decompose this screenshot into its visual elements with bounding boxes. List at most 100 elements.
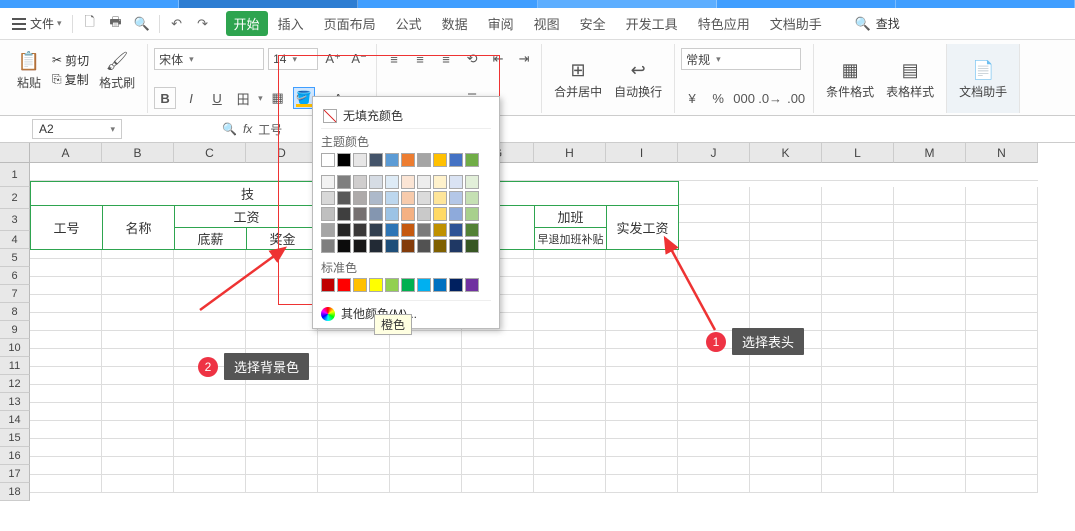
color-swatch[interactable] — [401, 191, 415, 205]
tab-view[interactable]: 视图 — [524, 8, 570, 39]
row-header[interactable]: 9 — [0, 321, 30, 339]
color-swatch[interactable] — [465, 153, 479, 167]
tab-data[interactable]: 数据 — [432, 8, 478, 39]
color-swatch[interactable] — [417, 239, 431, 253]
percent-icon[interactable]: % — [707, 87, 729, 109]
color-swatch[interactable] — [337, 207, 351, 221]
col-header[interactable]: C — [174, 143, 246, 163]
cond-format-button[interactable]: ▦条件格式 — [820, 55, 880, 102]
color-swatch[interactable] — [337, 278, 351, 292]
tab-formula[interactable]: 公式 — [386, 8, 432, 39]
table-cell[interactable]: 加班 — [535, 206, 607, 228]
color-swatch[interactable] — [465, 207, 479, 221]
color-swatch[interactable] — [353, 191, 367, 205]
row-header[interactable]: 18 — [0, 483, 30, 501]
color-swatch[interactable] — [369, 278, 383, 292]
undo-icon[interactable]: ↶ — [169, 16, 185, 32]
color-swatch[interactable] — [337, 153, 351, 167]
inc-decimal-icon[interactable]: .0→ — [759, 87, 781, 109]
color-swatch[interactable] — [353, 175, 367, 189]
tab-dev[interactable]: 开发工具 — [616, 8, 688, 39]
color-swatch[interactable] — [337, 223, 351, 237]
col-header[interactable]: J — [678, 143, 750, 163]
preview-icon[interactable]: 🔍 — [134, 16, 150, 32]
row-header[interactable]: 1 — [0, 163, 30, 187]
row-header[interactable]: 11 — [0, 357, 30, 375]
wrap-button[interactable]: ↩自动换行 — [608, 55, 668, 102]
table-cell[interactable]: 早退加班补贴 — [535, 228, 607, 250]
align-bot-icon[interactable]: ≡ — [435, 48, 457, 70]
col-header[interactable]: M — [894, 143, 966, 163]
align-mid-icon[interactable]: ≡ — [409, 48, 431, 70]
color-swatch[interactable] — [417, 223, 431, 237]
color-swatch[interactable] — [465, 223, 479, 237]
color-swatch[interactable] — [449, 207, 463, 221]
color-swatch[interactable] — [417, 153, 431, 167]
color-swatch[interactable] — [449, 239, 463, 253]
color-swatch[interactable] — [433, 239, 447, 253]
color-swatch[interactable] — [449, 223, 463, 237]
color-swatch[interactable] — [321, 207, 335, 221]
tab-review[interactable]: 审阅 — [478, 8, 524, 39]
tab-home[interactable]: 开始 — [226, 11, 268, 36]
bold-button[interactable]: B — [154, 87, 176, 109]
decrease-font-icon[interactable]: A⁻ — [348, 48, 370, 70]
row-header[interactable]: 7 — [0, 285, 30, 303]
color-swatch[interactable] — [353, 278, 367, 292]
color-swatch[interactable] — [385, 207, 399, 221]
col-header[interactable]: D — [246, 143, 318, 163]
color-swatch[interactable] — [401, 153, 415, 167]
comma-icon[interactable]: 000 — [733, 87, 755, 109]
font-size-select[interactable]: 14▾ — [268, 48, 318, 70]
color-swatch[interactable] — [321, 191, 335, 205]
formula-input[interactable]: 工号 — [258, 121, 282, 138]
doc-helper-button[interactable]: 📄文档助手 — [953, 55, 1013, 102]
row-header[interactable]: 6 — [0, 267, 30, 285]
color-swatch[interactable] — [353, 239, 367, 253]
row-header[interactable]: 15 — [0, 429, 30, 447]
color-swatch[interactable] — [369, 175, 383, 189]
row-header[interactable]: 12 — [0, 375, 30, 393]
color-swatch[interactable] — [465, 239, 479, 253]
color-swatch[interactable] — [321, 239, 335, 253]
col-header[interactable]: A — [30, 143, 102, 163]
color-swatch[interactable] — [433, 175, 447, 189]
underline-button[interactable]: U — [206, 87, 228, 109]
table-cell[interactable]: 工号 — [31, 206, 103, 250]
col-header[interactable]: H — [534, 143, 606, 163]
color-swatch[interactable] — [321, 153, 335, 167]
color-swatch[interactable] — [385, 239, 399, 253]
format-brush-button[interactable]: 🖌格式刷 — [93, 46, 141, 93]
number-format-select[interactable]: 常规▾ — [681, 48, 801, 70]
color-swatch[interactable] — [353, 223, 367, 237]
merge-button[interactable]: ⊞合并居中 — [548, 55, 608, 102]
color-swatch[interactable] — [337, 175, 351, 189]
color-swatch[interactable] — [321, 223, 335, 237]
align-top-icon[interactable]: ≡ — [383, 48, 405, 70]
color-swatch[interactable] — [449, 191, 463, 205]
increase-font-icon[interactable]: A⁺ — [322, 48, 344, 70]
paste-button[interactable]: 📋粘贴 — [10, 46, 48, 93]
color-swatch[interactable] — [433, 223, 447, 237]
col-header[interactable]: K — [750, 143, 822, 163]
dec-decimal-icon[interactable]: .00 — [785, 87, 807, 109]
color-swatch[interactable] — [401, 278, 415, 292]
print-icon[interactable]: 🖶 — [108, 16, 124, 32]
redo-icon[interactable]: ↷ — [195, 16, 211, 32]
italic-button[interactable]: I — [180, 87, 202, 109]
cell-fill-icon[interactable]: ▦ — [267, 87, 289, 109]
color-swatch[interactable] — [385, 191, 399, 205]
color-swatch[interactable] — [465, 278, 479, 292]
color-swatch[interactable] — [417, 191, 431, 205]
row-header[interactable]: 4 — [0, 231, 30, 249]
color-swatch[interactable] — [465, 191, 479, 205]
copy-button[interactable]: ⎘复制 — [52, 71, 89, 88]
row-header[interactable]: 16 — [0, 447, 30, 465]
zoom-fx-icon[interactable]: 🔍 — [222, 122, 237, 136]
select-all-corner[interactable] — [0, 143, 30, 163]
no-fill-option[interactable]: 无填充颜色 — [321, 103, 491, 129]
tab-security[interactable]: 安全 — [570, 8, 616, 39]
color-swatch[interactable] — [417, 175, 431, 189]
orientation-icon[interactable]: ⟲ — [461, 48, 483, 70]
color-swatch[interactable] — [433, 153, 447, 167]
